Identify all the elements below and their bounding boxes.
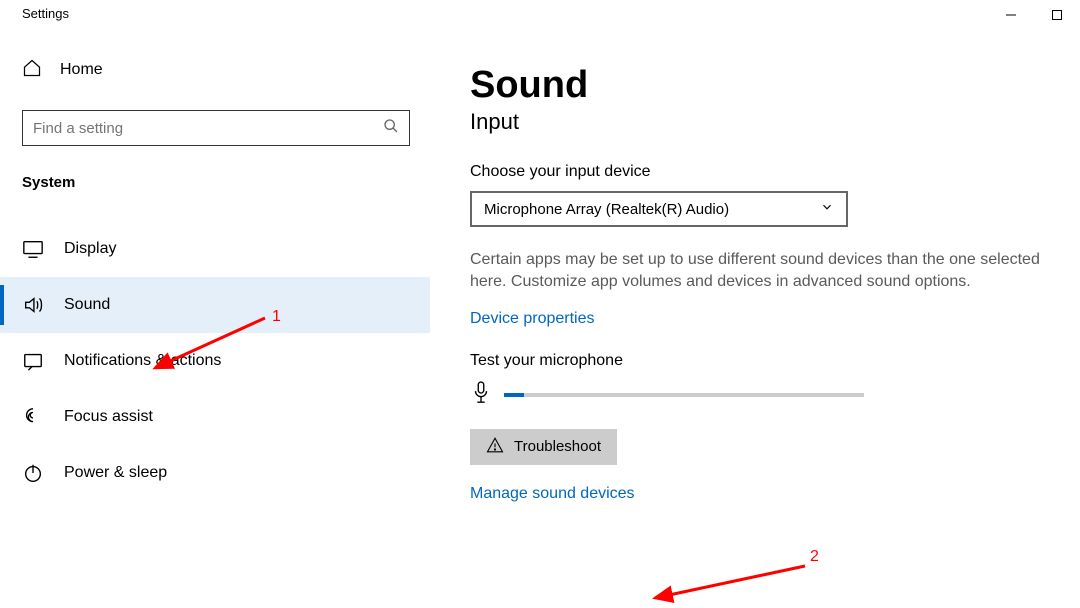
- power-icon: [22, 462, 44, 484]
- minimize-button[interactable]: [988, 0, 1034, 30]
- display-icon: [22, 238, 44, 260]
- search-box[interactable]: [22, 110, 410, 146]
- annotation-label-2: 2: [810, 548, 819, 566]
- sidebar-item-notifications[interactable]: Notifications & actions: [0, 333, 430, 389]
- sidebar-item-label: Notifications & actions: [64, 352, 221, 370]
- warning-icon: [486, 436, 504, 458]
- home-label: Home: [60, 61, 103, 79]
- microphone-icon: [470, 380, 492, 411]
- mic-test-row: [470, 380, 1070, 411]
- home-icon: [22, 58, 42, 83]
- input-device-select[interactable]: Microphone Array (Realtek(R) Audio): [470, 191, 848, 227]
- notifications-icon: [22, 350, 44, 372]
- sidebar-item-power-sleep[interactable]: Power & sleep: [0, 445, 430, 501]
- home-button[interactable]: Home: [22, 50, 430, 90]
- window-title: Settings: [22, 6, 69, 21]
- section-subtitle: Input: [470, 109, 1070, 135]
- troubleshoot-label: Troubleshoot: [514, 438, 601, 455]
- troubleshoot-button[interactable]: Troubleshoot: [470, 429, 617, 465]
- sidebar-item-label: Sound: [64, 296, 110, 314]
- focus-assist-icon: [22, 406, 44, 428]
- sidebar-item-sound[interactable]: Sound: [0, 277, 430, 333]
- help-text: Certain apps may be set up to use differ…: [470, 249, 1070, 294]
- sidebar-item-label: Power & sleep: [64, 464, 167, 482]
- window-controls: [988, 0, 1080, 30]
- maximize-button[interactable]: [1034, 0, 1080, 30]
- choose-device-label: Choose your input device: [470, 163, 1070, 181]
- category-label: System: [22, 174, 430, 191]
- sidebar-item-display[interactable]: Display: [0, 221, 430, 277]
- main-content: Sound Input Choose your input device Mic…: [470, 64, 1070, 503]
- chevron-down-icon: [820, 200, 834, 218]
- nav-list: Display Sound Notifications & actions Fo…: [0, 221, 430, 501]
- sidebar: Home System Display Sound Notifications …: [0, 50, 430, 501]
- search-input[interactable]: [33, 120, 383, 137]
- sidebar-item-label: Focus assist: [64, 408, 153, 426]
- selected-device-value: Microphone Array (Realtek(R) Audio): [484, 201, 729, 218]
- manage-sound-devices-link[interactable]: Manage sound devices: [470, 485, 635, 503]
- device-properties-link[interactable]: Device properties: [470, 310, 595, 328]
- maximize-icon: [1051, 9, 1063, 21]
- sidebar-item-focus-assist[interactable]: Focus assist: [0, 389, 430, 445]
- mic-level-bar: [504, 393, 864, 397]
- sidebar-item-label: Display: [64, 240, 116, 258]
- mic-level-fill: [504, 393, 524, 397]
- sound-icon: [22, 294, 44, 316]
- minimize-icon: [1005, 9, 1017, 21]
- annotation-arrow-2: [640, 560, 820, 605]
- page-title: Sound: [470, 64, 1070, 107]
- test-mic-label: Test your microphone: [470, 352, 1070, 370]
- search-icon: [383, 118, 399, 139]
